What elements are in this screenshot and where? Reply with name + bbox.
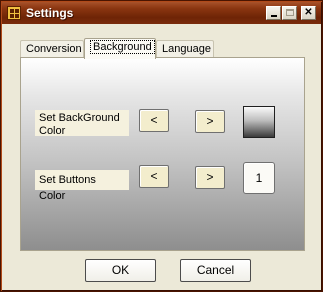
tab-background[interactable]: Background xyxy=(84,38,156,59)
background-color-label: Set BackGround Color xyxy=(35,110,129,137)
tab-label: Conversion xyxy=(26,43,82,55)
minimize-icon xyxy=(271,15,277,17)
tab-label: Background xyxy=(90,40,155,54)
minimize-button[interactable] xyxy=(266,6,281,20)
settings-window: Settings ✕ Conversion Background Languag… xyxy=(0,0,323,292)
buttons-color-label: Set Buttons Color xyxy=(35,170,129,202)
close-icon: ✕ xyxy=(304,7,313,18)
cancel-button[interactable]: Cancel xyxy=(180,259,251,282)
buttons-color-preview-button[interactable]: 1 xyxy=(243,162,275,194)
tab-label: Language xyxy=(162,43,211,55)
background-color-prev-button[interactable]: < xyxy=(139,109,169,132)
tab-language[interactable]: Language xyxy=(156,40,214,58)
maximize-button xyxy=(282,6,297,20)
close-button[interactable]: ✕ xyxy=(301,6,316,20)
title-bar[interactable]: Settings ✕ xyxy=(2,2,321,24)
buttons-color-next-button[interactable]: > xyxy=(195,166,225,189)
buttons-color-prev-button[interactable]: < xyxy=(139,165,169,188)
app-icon xyxy=(7,6,21,20)
background-color-preview xyxy=(243,106,275,138)
background-color-next-button[interactable]: > xyxy=(195,110,225,133)
maximize-icon xyxy=(286,9,294,16)
ok-button[interactable]: OK xyxy=(85,259,156,282)
background-tab-panel: Set BackGround Color < > Set Buttons Col… xyxy=(20,57,305,251)
window-title: Settings xyxy=(26,6,74,20)
tab-conversion[interactable]: Conversion xyxy=(20,40,84,58)
